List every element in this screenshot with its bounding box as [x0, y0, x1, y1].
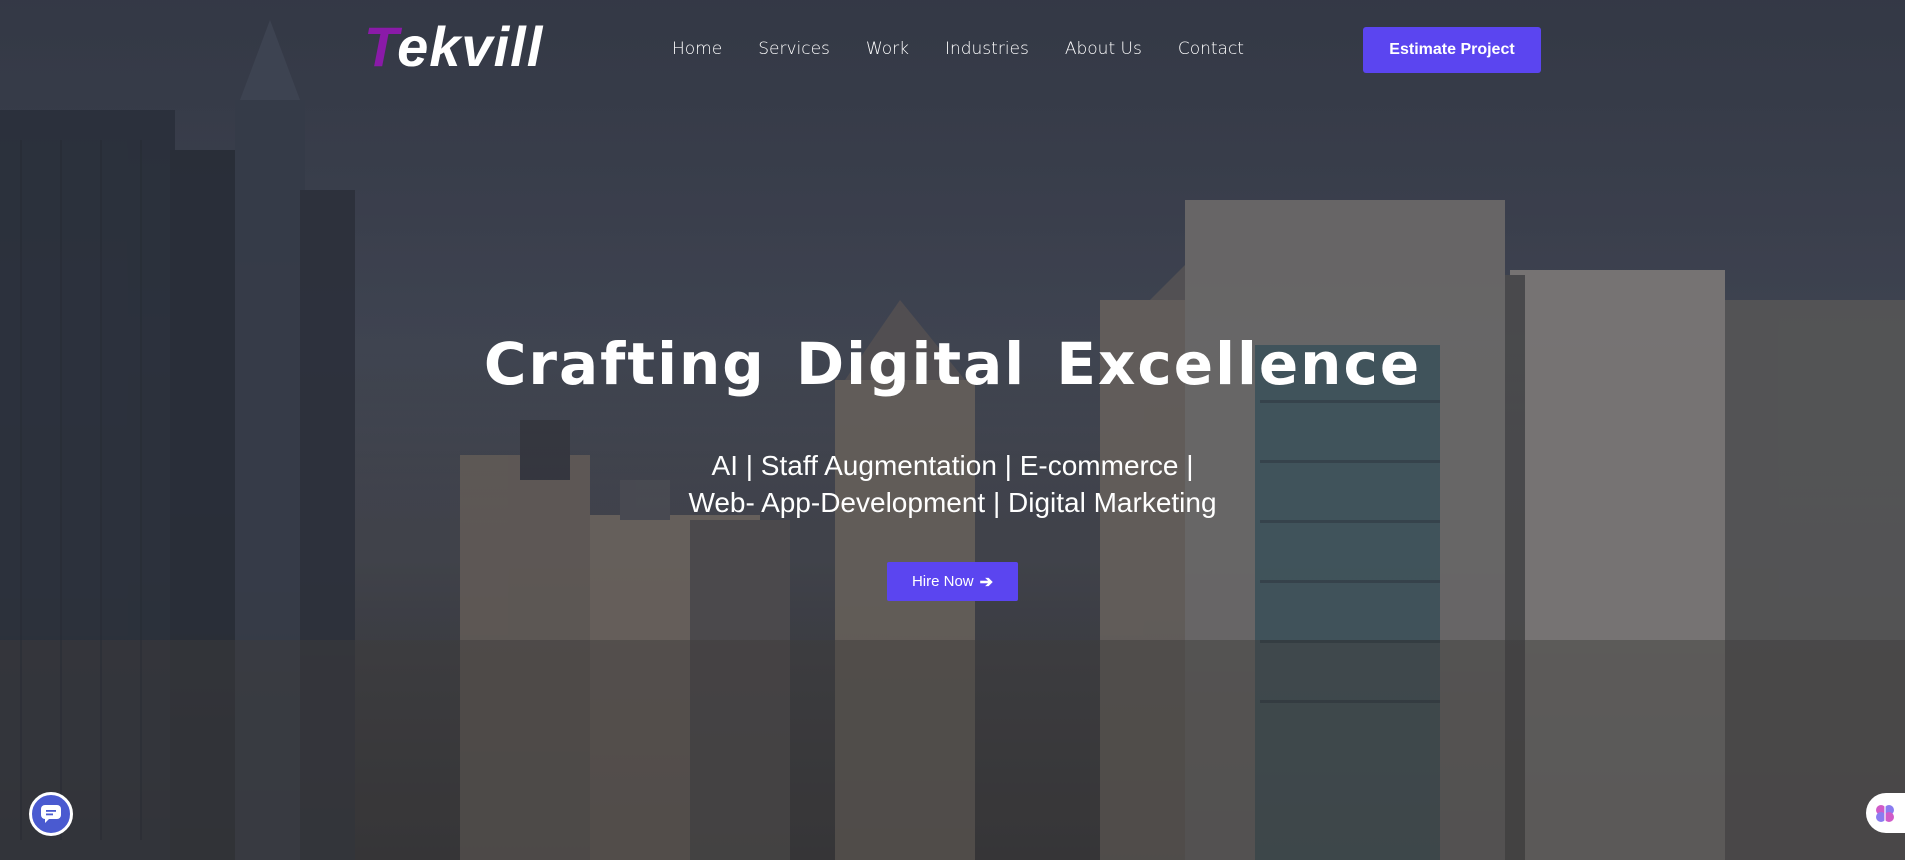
brand-logo[interactable]: Tekvill: [364, 16, 543, 78]
nav-contact[interactable]: Contact: [1178, 36, 1244, 64]
hero-subtitle-line-2: Web- App-Development | Digital Marketing: [688, 487, 1217, 518]
nav-work[interactable]: Work: [866, 36, 909, 64]
chat-widget-button[interactable]: [29, 792, 73, 836]
logo-first-letter: T: [364, 15, 398, 78]
nav-industries[interactable]: Industries: [945, 36, 1029, 64]
brain-icon: [1876, 805, 1894, 822]
hire-now-button[interactable]: Hire Now ➔: [887, 562, 1018, 601]
nav-about-us[interactable]: About Us: [1065, 36, 1142, 64]
estimate-project-button[interactable]: Estimate Project: [1363, 27, 1541, 73]
arrow-right-icon: ➔: [979, 573, 994, 591]
hero-subtitle-line-1: AI | Staff Augmentation | E-commerce |: [711, 450, 1194, 481]
hero-title: Crafting Digital Excellence: [483, 330, 1422, 398]
hero-subtitle: AI | Staff Augmentation | E-commerce | W…: [0, 447, 1905, 521]
nav-home[interactable]: Home: [672, 36, 722, 64]
side-widget-button[interactable]: [1866, 793, 1905, 833]
chat-bubble-icon: [41, 805, 61, 823]
logo-text: ekvill: [397, 15, 544, 78]
nav-services[interactable]: Services: [758, 36, 830, 64]
city-skyline-image: [0, 0, 1905, 860]
main-nav: Home Services Work Industries About Us C…: [672, 36, 1244, 64]
hire-now-label: Hire Now: [911, 573, 974, 590]
